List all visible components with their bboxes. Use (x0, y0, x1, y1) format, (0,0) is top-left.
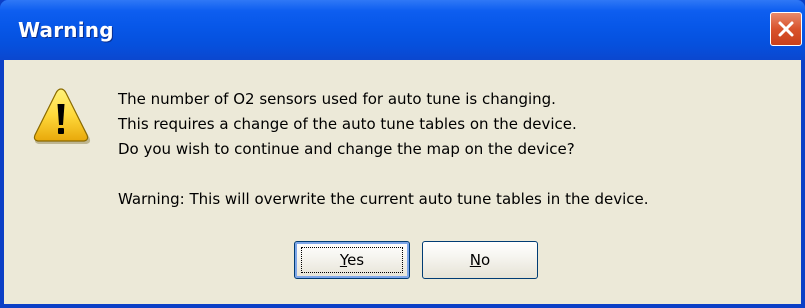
warning-dialog: Warning The number of O2 sensors used fo… (0, 0, 805, 308)
window-title: Warning (18, 18, 114, 42)
no-button[interactable]: No (422, 241, 538, 279)
close-icon (778, 21, 794, 37)
message-line: The number of O2 sensors used for auto t… (118, 90, 556, 108)
title-bar[interactable]: Warning (0, 0, 805, 60)
message-line: Do you wish to continue and change the m… (118, 140, 575, 158)
dialog-body: The number of O2 sensors used for auto t… (4, 60, 801, 304)
warning-line: Warning: This will overwrite the current… (118, 190, 649, 208)
warning-icon (33, 88, 91, 144)
yes-button[interactable]: Yes (294, 241, 410, 279)
no-label: No (469, 251, 491, 269)
focus-rectangle (301, 247, 403, 273)
message-line: This requires a change of the auto tune … (118, 115, 577, 133)
message-text: The number of O2 sensors used for auto t… (118, 87, 649, 212)
close-button[interactable] (770, 12, 802, 46)
